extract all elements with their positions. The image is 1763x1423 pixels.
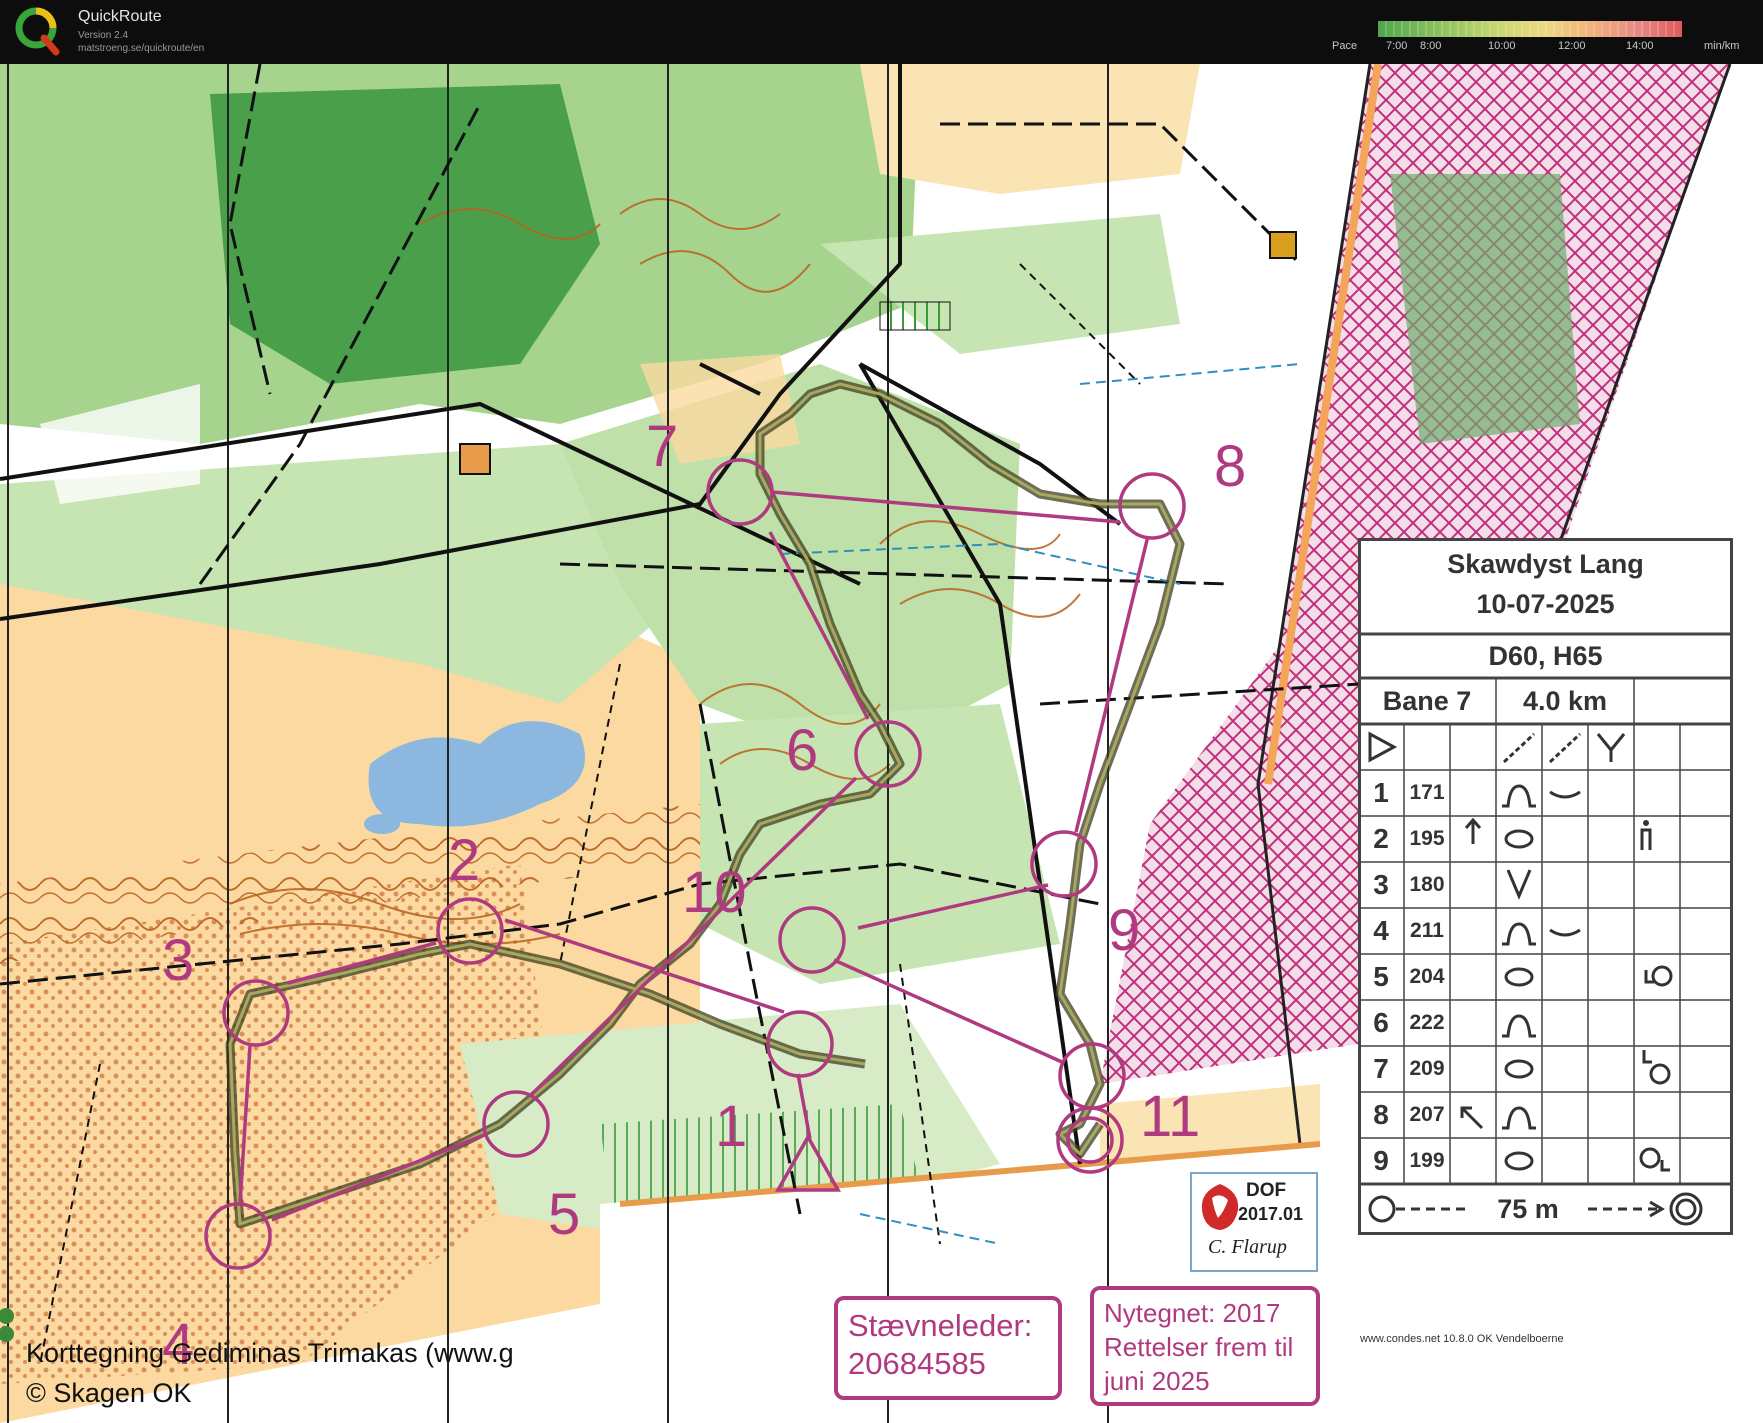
control-number: 2 [1373, 823, 1389, 854]
course-name: Bane 7 [1382, 685, 1472, 716]
control-code: 180 [1409, 873, 1445, 896]
control-label-6: 6 [786, 718, 818, 783]
event-leader-title: Stævneleder: [848, 1308, 1033, 1343]
mapper-credit: Korttegning Gediminas Trimakas (www.g [26, 1338, 514, 1368]
dof-approval-stamp: DOF 2017.01 C. Flarup [1190, 1172, 1318, 1272]
control-code: 195 [1409, 827, 1445, 850]
control-number: 4 [1373, 915, 1389, 946]
revision-line-1: Nytegnet: 2017 [1104, 1298, 1281, 1328]
control-code: 222 [1409, 1011, 1445, 1034]
dof-logo-icon [1201, 1184, 1239, 1230]
pace-tick-1: 7:00 [1386, 40, 1408, 52]
finish-distance: 75 m [1497, 1194, 1559, 1224]
control-label-7: 7 [646, 414, 678, 479]
control-code: 209 [1409, 1057, 1445, 1080]
control-label-10: 10 [682, 860, 747, 925]
dof-label: DOF [1246, 1180, 1287, 1201]
pace-label: Pace [1332, 40, 1358, 52]
pace-unit: min/km [1704, 40, 1740, 52]
dof-signature: C. Flarup [1208, 1236, 1287, 1258]
software-credit: www.condes.net 10.8.0 OK Vendelboerne [1360, 1333, 1564, 1345]
control-number: 9 [1373, 1145, 1389, 1176]
pace-tick-3: 10:00 [1488, 40, 1516, 52]
revision-line-2: Rettelser frem til [1104, 1332, 1294, 1362]
dof-version: 2017.01 [1238, 1204, 1304, 1224]
pace-tick-2: 8:00 [1420, 40, 1442, 52]
event-date: 10-07-2025 [1476, 588, 1615, 619]
control-code: 204 [1409, 965, 1445, 988]
pace-tick-5: 14:00 [1626, 40, 1654, 52]
app-name: QuickRoute [78, 8, 162, 25]
revision-line-3: juni 2025 [1104, 1366, 1210, 1396]
control-label-9: 9 [1108, 898, 1140, 963]
app-url[interactable]: matstroeng.se/quickroute/en [78, 43, 204, 54]
copyright: © Skagen OK [26, 1378, 192, 1408]
control-description-sheet: Skawdyst Lang 10-07-2025 D60, H65 Bane 7… [1358, 538, 1733, 1235]
control-number: 3 [1373, 869, 1389, 900]
control-number: 7 [1373, 1053, 1389, 1084]
control-code: 171 [1409, 781, 1445, 804]
control-label-2: 2 [448, 828, 480, 893]
course-classes: D60, H65 [1488, 640, 1603, 671]
control-label-1: 1 [715, 1094, 747, 1159]
app-version: Version 2.4 [78, 30, 129, 41]
event-name: Skawdyst Lang [1447, 548, 1644, 579]
pace-color-scale [1378, 21, 1682, 37]
clover-icon [0, 1308, 14, 1342]
control-number: 6 [1373, 1007, 1389, 1038]
control-code: 199 [1409, 1149, 1445, 1172]
control-number: 1 [1373, 777, 1389, 808]
control-label-8: 8 [1214, 434, 1246, 499]
control-number: 5 [1373, 961, 1389, 992]
control-label-11: 11 [1140, 1084, 1200, 1149]
control-code: 207 [1409, 1103, 1445, 1126]
control-number: 8 [1373, 1099, 1389, 1130]
control-label-5: 5 [548, 1182, 580, 1247]
quickroute-logo-icon [15, 7, 60, 56]
start-symbol-icon [1368, 731, 1398, 763]
control-code: 211 [1410, 919, 1444, 942]
pace-tick-4: 12:00 [1558, 40, 1586, 52]
app-header: QuickRoute Version 2.4 matstroeng.se/qui… [0, 0, 1763, 64]
map-revision-note: Nytegnet: 2017 Rettelser frem til juni 2… [1090, 1286, 1320, 1406]
event-leader-phone: 20684585 [848, 1346, 986, 1381]
control-label-3: 3 [162, 928, 194, 993]
course-length: 4.0 km [1522, 685, 1608, 716]
event-leader-note: Stævneleder: 20684585 [834, 1296, 1062, 1400]
